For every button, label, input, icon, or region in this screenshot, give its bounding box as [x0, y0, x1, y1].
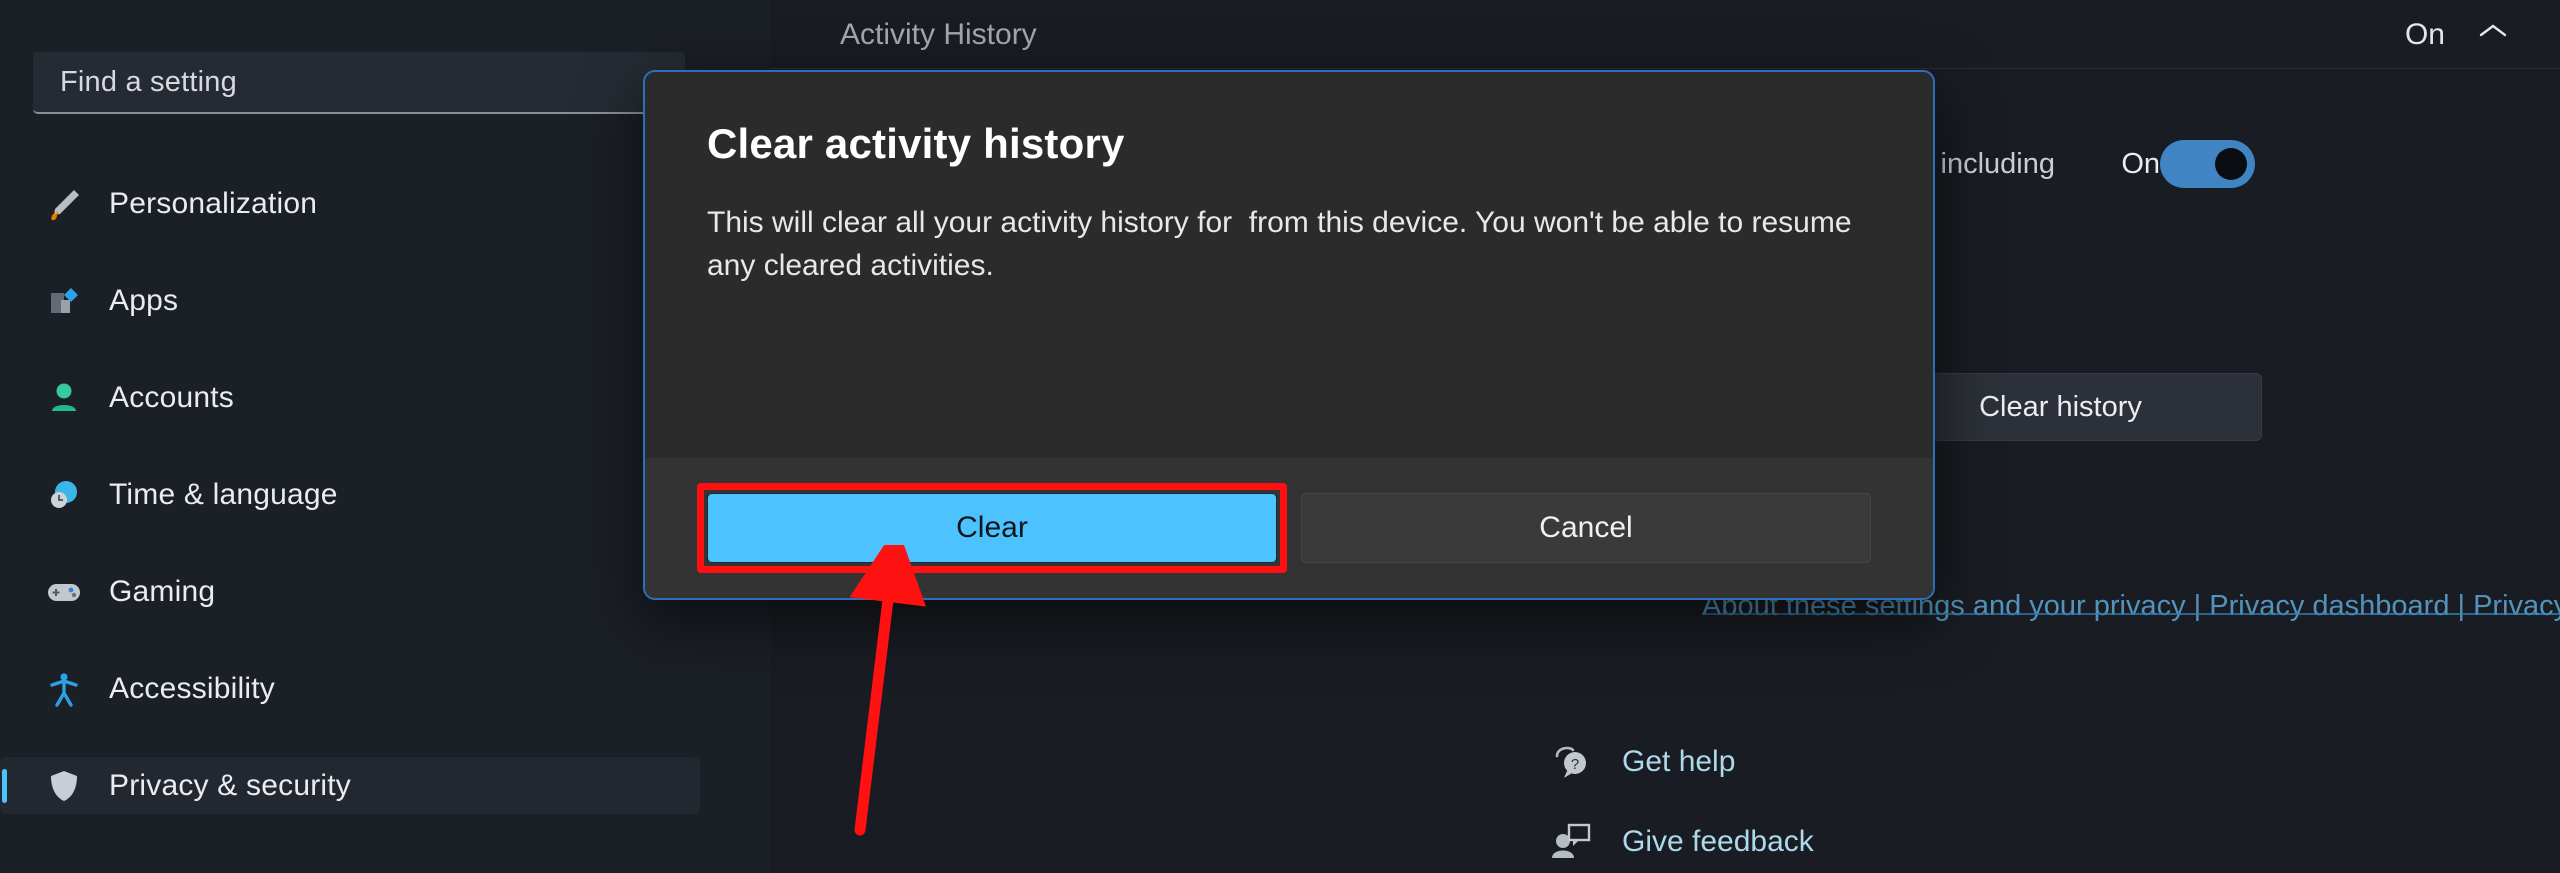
clock-globe-icon [43, 474, 85, 516]
sidebar-item-privacy-security[interactable]: Privacy & security [0, 757, 700, 814]
person-icon [43, 377, 85, 419]
clear-activity-history-dialog: Clear activity history This will clear a… [643, 70, 1935, 600]
chevron-up-icon[interactable] [2478, 22, 2508, 40]
apps-icon [43, 280, 85, 322]
footer-links: ? Get help Give feedback [1548, 735, 1814, 873]
section-divider [770, 68, 2560, 69]
get-help-link[interactable]: ? Get help [1548, 735, 1814, 789]
sidebar-nav: Personalization Apps Accounts Time & lan… [0, 175, 700, 854]
help-question-icon: ? [1548, 739, 1594, 785]
sidebar-item-personalization[interactable]: Personalization [0, 175, 700, 232]
sidebar-item-label: Accessibility [109, 671, 275, 705]
clear-button[interactable]: Clear [707, 493, 1277, 563]
give-feedback-link[interactable]: Give feedback [1548, 815, 1814, 869]
paintbrush-icon [43, 183, 85, 225]
selection-indicator [2, 769, 7, 803]
settings-window: Personalization Apps [0, 0, 2560, 873]
privacy-links-underline [1702, 613, 2560, 615]
dialog-message: This will clear all your activity histor… [707, 206, 1860, 282]
accessibility-icon [43, 668, 85, 710]
shield-icon [43, 765, 85, 807]
search-input[interactable] [33, 65, 685, 99]
footer-link-label: Get help [1622, 745, 1736, 778]
sidebar-item-label: Time & language [109, 477, 338, 511]
section-header: Activity History [840, 18, 1037, 51]
search-box[interactable] [33, 52, 685, 114]
svg-text:?: ? [1571, 756, 1579, 773]
sidebar-item-apps[interactable]: Apps [0, 272, 700, 329]
sidebar-item-accessibility[interactable]: Accessibility [0, 660, 700, 717]
dialog-title: Clear activity history [707, 120, 1125, 167]
toggle-knob [2215, 148, 2247, 180]
clear-button-wrapper: Clear [697, 483, 1287, 573]
sidebar-item-label: Accounts [109, 380, 234, 414]
sidebar-item-time-language[interactable]: Time & language [0, 466, 700, 523]
sidebar-item-label: Privacy & security [109, 768, 351, 802]
gamepad-icon [43, 571, 85, 613]
sidebar-item-accounts[interactable]: Accounts [0, 369, 700, 426]
feedback-person-icon [1548, 819, 1594, 865]
dialog-body: Clear activity history This will clear a… [645, 72, 1933, 287]
section-state: On [2404, 18, 2445, 51]
toggle-state-label: On [2121, 148, 2160, 180]
sidebar-item-label: Personalization [109, 186, 318, 220]
dialog-footer: Clear Cancel [645, 458, 1933, 598]
sidebar-item-label: Gaming [109, 574, 216, 608]
activity-history-toggle[interactable] [2160, 140, 2255, 188]
footer-link-label: Give feedback [1622, 825, 1814, 858]
sidebar-item-label: Apps [109, 283, 179, 317]
sidebar-item-gaming[interactable]: Gaming [0, 563, 700, 620]
cancel-button[interactable]: Cancel [1300, 493, 1871, 563]
